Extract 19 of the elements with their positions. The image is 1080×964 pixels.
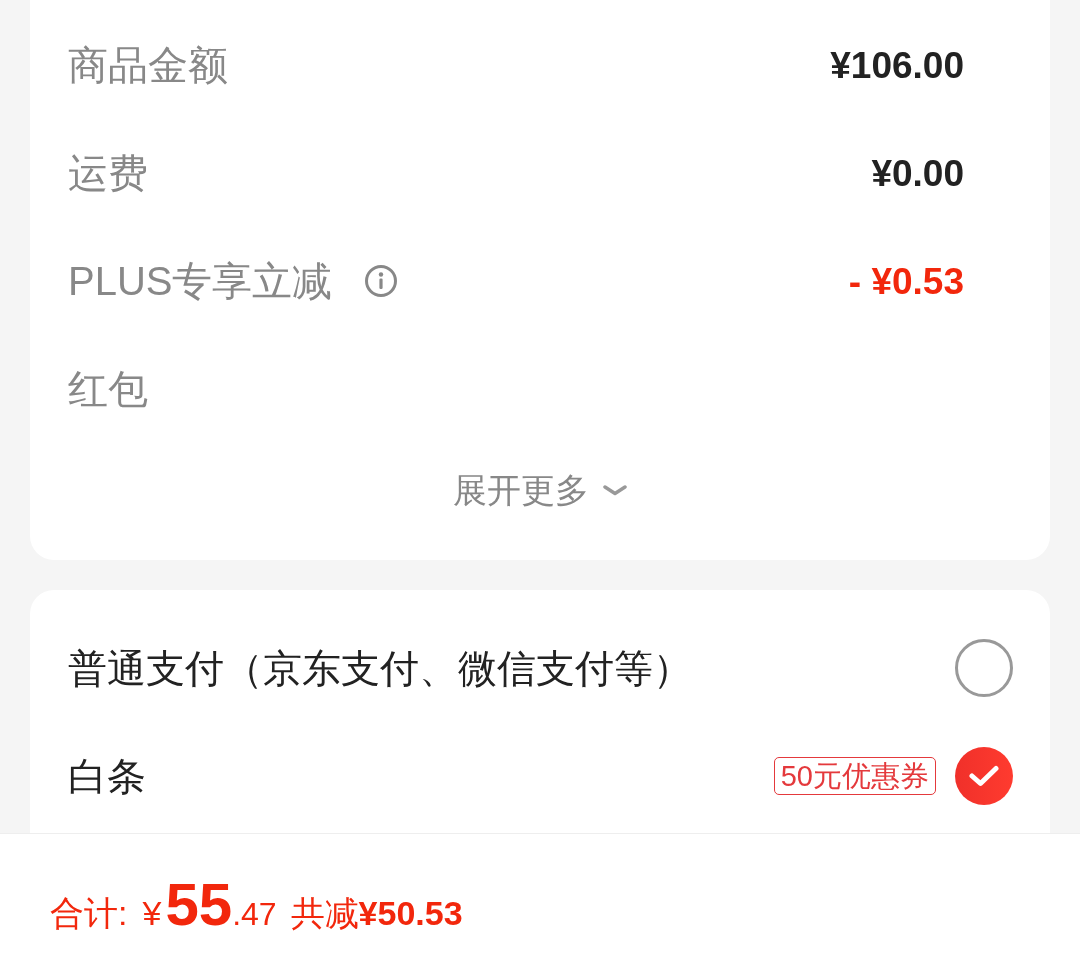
- check-icon: [969, 765, 999, 787]
- total-label: 合计:: [50, 896, 128, 930]
- radio-button[interactable]: [955, 747, 1013, 805]
- savings-text: 共减¥50.53: [290, 896, 463, 930]
- fee-label: 运费: [68, 153, 148, 193]
- payment-option-label: 普通支付（京东支付、微信支付等）: [68, 648, 692, 688]
- radio-button[interactable]: [955, 639, 1013, 697]
- info-icon[interactable]: [364, 265, 397, 297]
- fee-label: 商品金额: [68, 45, 228, 85]
- fee-value: - ¥0.53: [848, 262, 964, 300]
- fee-value: ¥106.00: [830, 46, 964, 84]
- payment-option-label: 白条: [68, 756, 146, 796]
- fee-label: PLUS专享立减: [68, 261, 333, 301]
- fee-value: ¥0.00: [871, 154, 964, 192]
- chevron-down-icon: [603, 484, 627, 496]
- total-price: ¥55.47: [142, 875, 277, 935]
- fee-label: 红包: [68, 369, 148, 409]
- expand-more-button[interactable]: 展开更多: [453, 473, 627, 507]
- coupon-badge: 50元优惠券: [773, 757, 936, 795]
